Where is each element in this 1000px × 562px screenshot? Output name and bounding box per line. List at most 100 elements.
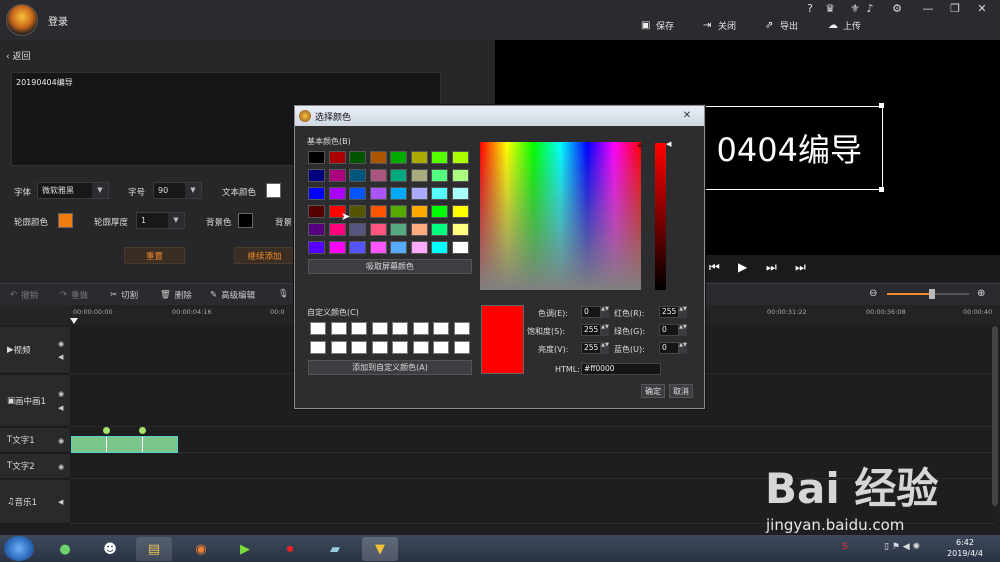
keyframe-dot[interactable] bbox=[139, 427, 146, 434]
basic-color-swatch[interactable] bbox=[308, 151, 325, 164]
basic-color-swatch[interactable] bbox=[410, 241, 428, 254]
zoom-slider[interactable] bbox=[887, 293, 969, 295]
bg-color-swatch[interactable] bbox=[238, 213, 253, 228]
firefox-icon[interactable]: ◉ bbox=[183, 537, 219, 561]
basic-color-swatch[interactable] bbox=[390, 223, 407, 236]
value-input[interactable]: 255 bbox=[581, 342, 601, 354]
playhead[interactable] bbox=[70, 318, 78, 324]
basic-color-swatch[interactable] bbox=[410, 169, 428, 182]
basic-color-swatch[interactable] bbox=[369, 187, 387, 200]
basic-color-swatch[interactable] bbox=[369, 241, 387, 254]
basic-color-swatch[interactable] bbox=[328, 223, 346, 236]
track-text1-row[interactable] bbox=[70, 428, 995, 453]
gear-icon[interactable]: ⚙ bbox=[889, 2, 905, 15]
basic-color-swatch[interactable] bbox=[431, 169, 448, 182]
eye-icon[interactable]: ◉ bbox=[58, 340, 64, 348]
basic-color-swatch[interactable] bbox=[431, 223, 448, 236]
custom-color-swatch[interactable] bbox=[392, 322, 408, 335]
undo-button[interactable]: ↶ 撤销 bbox=[10, 289, 38, 301]
video-editor-taskbar-icon[interactable]: ▼ bbox=[362, 537, 398, 561]
prev-frame-icon[interactable]: ⏮ bbox=[709, 260, 720, 275]
basic-color-swatch[interactable] bbox=[390, 151, 407, 164]
save-button[interactable]: ▣ 保存 bbox=[641, 19, 674, 32]
spin-arrows-icon[interactable]: ▲▼ bbox=[601, 324, 609, 336]
basic-color-swatch[interactable] bbox=[390, 205, 407, 218]
spin-arrows-icon[interactable]: ▲▼ bbox=[679, 324, 687, 336]
basic-color-swatch[interactable] bbox=[390, 241, 407, 254]
advanced-edit-button[interactable]: ✎ 高级编辑 bbox=[210, 289, 255, 301]
green-input[interactable]: 0 bbox=[659, 324, 679, 336]
basic-color-swatch[interactable] bbox=[328, 241, 346, 254]
custom-color-swatch[interactable] bbox=[433, 341, 449, 354]
basic-color-swatch[interactable] bbox=[390, 187, 407, 200]
basic-color-swatch[interactable] bbox=[410, 187, 428, 200]
speaker-icon[interactable]: ◀ bbox=[58, 498, 63, 506]
bell-icon[interactable]: ♪ bbox=[862, 2, 878, 15]
speaker-icon[interactable]: ◀ bbox=[58, 404, 63, 412]
basic-color-swatch[interactable] bbox=[410, 205, 428, 218]
ok-button[interactable]: 确定 bbox=[641, 384, 665, 398]
basic-color-swatch[interactable] bbox=[431, 187, 448, 200]
basic-color-swatch[interactable] bbox=[431, 205, 448, 218]
custom-color-swatch[interactable] bbox=[330, 322, 347, 335]
resize-handle[interactable] bbox=[879, 103, 884, 108]
upload-button[interactable]: ☁ 上传 bbox=[828, 19, 861, 32]
eye-icon[interactable]: ◉ bbox=[58, 437, 64, 445]
keyframe-dot[interactable] bbox=[103, 427, 110, 434]
outline-width-select[interactable]: 1 ▼ bbox=[136, 212, 185, 229]
custom-color-swatch[interactable] bbox=[310, 341, 326, 354]
basic-color-swatch[interactable] bbox=[349, 241, 366, 254]
basic-color-swatch[interactable] bbox=[451, 169, 469, 182]
cancel-button[interactable]: 取消 bbox=[669, 384, 693, 398]
custom-color-swatch[interactable] bbox=[330, 341, 347, 354]
custom-color-swatch[interactable] bbox=[371, 322, 388, 335]
help-icon[interactable]: ? bbox=[802, 2, 818, 15]
basic-color-swatch[interactable] bbox=[308, 205, 325, 218]
hue-saturation-field[interactable] bbox=[480, 142, 641, 290]
custom-color-swatch[interactable] bbox=[310, 322, 326, 335]
close-icon[interactable]: ✕ bbox=[974, 2, 990, 15]
notes-app-icon[interactable]: ▰ bbox=[317, 537, 353, 561]
restore-icon[interactable]: ❐ bbox=[947, 2, 963, 15]
font-select[interactable]: 微软雅黑 ▼ bbox=[37, 182, 109, 199]
custom-color-swatch[interactable] bbox=[371, 341, 388, 354]
record-icon[interactable]: ⏺ bbox=[272, 537, 308, 561]
basic-color-swatch[interactable] bbox=[451, 151, 469, 164]
text-clip[interactable] bbox=[71, 436, 178, 453]
vip2-icon[interactable]: ⚜ bbox=[847, 2, 863, 15]
file-explorer-icon[interactable]: ▤ bbox=[136, 537, 172, 561]
basic-color-swatch[interactable] bbox=[431, 241, 448, 254]
custom-color-swatch[interactable] bbox=[453, 341, 470, 354]
custom-color-swatch[interactable] bbox=[351, 341, 367, 354]
start-button[interactable] bbox=[4, 536, 34, 561]
add-custom-color-button[interactable]: 添加到自定义颜色(A) bbox=[308, 360, 472, 375]
basic-color-swatch[interactable] bbox=[451, 205, 469, 218]
text-color-swatch[interactable] bbox=[266, 183, 281, 198]
basic-color-swatch[interactable] bbox=[410, 223, 428, 236]
qq-icon[interactable]: ☻ bbox=[92, 537, 128, 561]
luminance-arrow-icon[interactable]: ◀ bbox=[666, 140, 671, 148]
mic-icon[interactable]: 🎙 bbox=[278, 289, 289, 299]
delete-button[interactable]: 🗑 删除 bbox=[160, 289, 192, 301]
resize-handle[interactable] bbox=[879, 187, 884, 192]
pick-screen-color-button[interactable]: 吸取屏幕颜色 bbox=[308, 259, 472, 274]
custom-color-swatch[interactable] bbox=[433, 322, 449, 335]
basic-color-swatch[interactable] bbox=[308, 169, 325, 182]
red-input[interactable]: 255 bbox=[659, 306, 679, 318]
blue-input[interactable]: 0 bbox=[659, 342, 679, 354]
basic-color-swatch[interactable] bbox=[349, 187, 366, 200]
basic-color-swatch[interactable] bbox=[308, 241, 325, 254]
basic-color-swatch[interactable] bbox=[328, 169, 346, 182]
zoom-out-icon[interactable]: ⊖ bbox=[869, 288, 877, 299]
basic-color-swatch[interactable] bbox=[369, 151, 387, 164]
html-input[interactable]: #ff0000 bbox=[581, 363, 661, 375]
browser-360-icon[interactable]: ● bbox=[47, 537, 83, 561]
basic-color-swatch[interactable] bbox=[328, 151, 346, 164]
redo-button[interactable]: ↷ 重做 bbox=[60, 289, 88, 301]
basic-color-swatch[interactable] bbox=[308, 187, 325, 200]
zoom-in-icon[interactable]: ⊕ bbox=[977, 288, 985, 299]
eye-icon[interactable]: ◉ bbox=[58, 463, 64, 471]
basic-color-swatch[interactable] bbox=[451, 223, 469, 236]
zoom-slider-thumb[interactable] bbox=[929, 289, 936, 299]
next-frame-icon[interactable]: ⏭ bbox=[766, 260, 777, 275]
